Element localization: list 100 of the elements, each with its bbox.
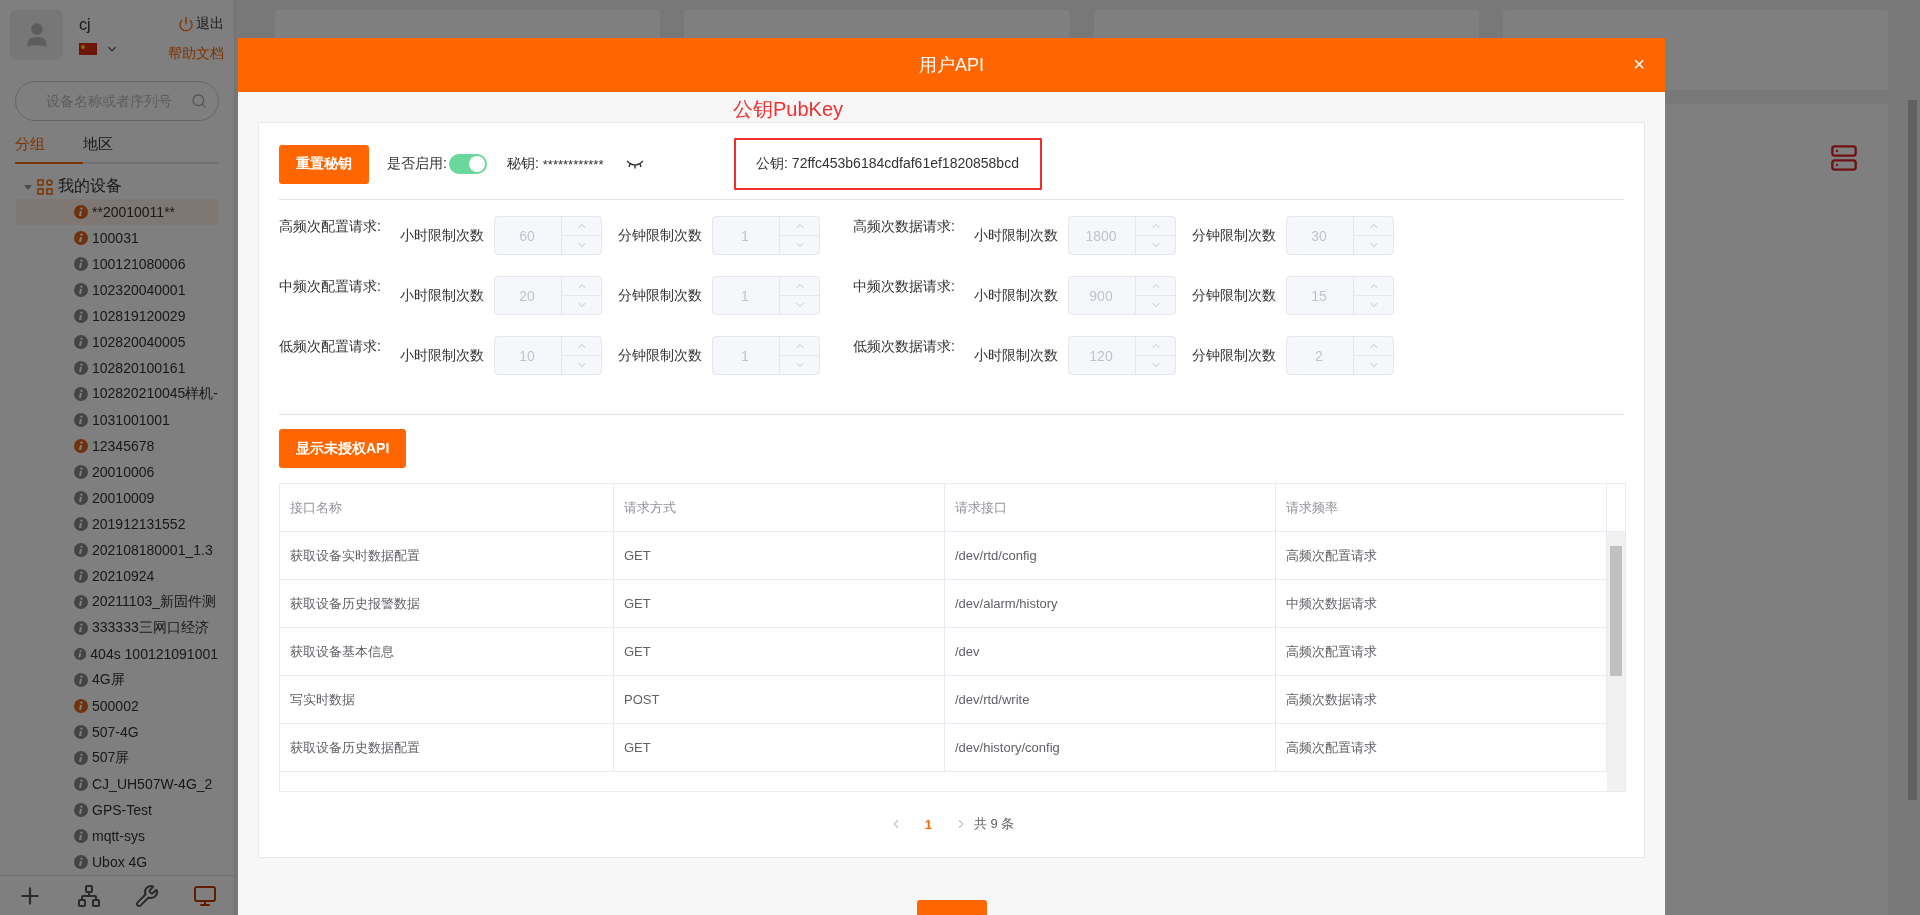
minute-limit-label: 分钟限制次数 xyxy=(1192,286,1276,305)
tree-root-label: 我的设备 xyxy=(58,176,122,196)
device-item[interactable]: 12345678 xyxy=(16,433,218,459)
table-cell: POST xyxy=(614,676,945,724)
hour-limit-label: 小时限制次数 xyxy=(974,286,1058,305)
column-header: 请求接口 xyxy=(945,484,1276,532)
device-item[interactable]: 100031 xyxy=(16,225,218,251)
info-icon xyxy=(74,387,88,401)
device-item[interactable]: 4G屏 xyxy=(16,667,218,693)
wrench-icon[interactable] xyxy=(135,883,159,908)
device-item[interactable]: 102820040005 xyxy=(16,329,218,355)
info-icon xyxy=(74,491,88,505)
page-number[interactable]: 1 xyxy=(920,816,936,832)
info-icon xyxy=(74,205,88,219)
server-icon[interactable] xyxy=(1830,144,1858,172)
table-cell: GET xyxy=(614,580,945,628)
limit-label: 低频次数据请求: xyxy=(853,337,956,356)
power-icon xyxy=(178,16,194,32)
limit-label: 低频次配置请求: xyxy=(279,337,382,356)
limit-label: 高频次数据请求: xyxy=(853,217,956,236)
info-icon xyxy=(74,647,87,661)
limit-label: 中频次数据请求: xyxy=(853,277,956,296)
device-item[interactable]: mqtt-sys xyxy=(16,823,218,849)
hour-limit-label: 小时限制次数 xyxy=(400,226,484,245)
monitor-icon[interactable] xyxy=(193,883,217,908)
hour-limit-label: 小时限制次数 xyxy=(974,346,1058,365)
device-item[interactable]: 102820100161 xyxy=(16,355,218,381)
dialog-title: 用户API xyxy=(919,54,984,77)
table-cell: 高频次配置请求 xyxy=(1276,724,1607,772)
device-item[interactable]: **20010011** xyxy=(16,199,218,225)
device-item[interactable]: 100121080006 xyxy=(16,251,218,277)
info-icon xyxy=(74,413,88,427)
device-item[interactable]: 202108180001_1.3 xyxy=(16,537,218,563)
tab[interactable]: 分组 xyxy=(15,127,83,164)
device-item[interactable]: GPS-Test xyxy=(16,797,218,823)
secret-label: 秘钥: xyxy=(506,155,539,173)
device-item[interactable]: 507屏 xyxy=(16,745,218,771)
table-cell: /dev/rtd/write xyxy=(945,676,1276,724)
device-item[interactable]: Ubox 4G xyxy=(16,849,218,875)
info-icon xyxy=(74,465,88,479)
table-cell: /dev/alarm/history xyxy=(945,580,1276,628)
avatar xyxy=(10,10,63,60)
device-item[interactable]: 20211103_新固件测 xyxy=(16,589,218,615)
table-cell: GET xyxy=(614,724,945,772)
device-item[interactable]: 102819120029 xyxy=(16,303,218,329)
table-cell: 中频次数据请求 xyxy=(1276,580,1607,628)
help-link[interactable]: 帮助文档 xyxy=(168,45,224,63)
column-header: 请求方式 xyxy=(614,484,945,532)
minute-limit-label: 分钟限制次数 xyxy=(618,226,702,245)
tab[interactable]: 地区 xyxy=(83,127,151,164)
device-item[interactable]: 1031001001 xyxy=(16,407,218,433)
language-select[interactable] xyxy=(79,42,119,56)
hour-limit-label: 小时限制次数 xyxy=(400,286,484,305)
reset-key-button[interactable]: 重置秘钥 xyxy=(279,144,369,184)
closed-eye-icon[interactable] xyxy=(625,159,644,169)
info-icon xyxy=(74,621,88,635)
column-header: 请求频率 xyxy=(1276,484,1607,532)
logout-link[interactable]: 退出 xyxy=(178,15,224,33)
table-cell: 获取设备基本信息 xyxy=(280,628,614,676)
table-cell: /dev xyxy=(945,628,1276,676)
device-item[interactable]: 20010009 xyxy=(16,485,218,511)
device-item[interactable]: 507-4G xyxy=(16,719,218,745)
info-icon xyxy=(74,439,88,453)
table-cell: 高频次配置请求 xyxy=(1276,628,1607,676)
hour-limit-label: 小时限制次数 xyxy=(974,226,1058,245)
info-icon xyxy=(74,725,88,739)
caret-icon[interactable] xyxy=(24,182,32,191)
group-icon xyxy=(37,178,53,195)
search-icon[interactable] xyxy=(191,93,207,109)
device-item[interactable]: 20010006 xyxy=(16,459,218,485)
device-item[interactable]: 201912131552 xyxy=(16,511,218,537)
minute-limit-label: 分钟限制次数 xyxy=(618,346,702,365)
info-icon xyxy=(74,803,88,817)
table-scrollbar[interactable] xyxy=(1607,532,1625,791)
device-item[interactable]: 404s 100121091001 xyxy=(16,641,218,667)
table-cell: /dev/history/config xyxy=(945,724,1276,772)
annotation-label: 公钥PubKey xyxy=(733,97,844,122)
scrollbar[interactable] xyxy=(1904,0,1920,915)
device-item[interactable]: 102820210045样机- xyxy=(16,381,218,407)
device-item[interactable]: 102320040001 xyxy=(16,277,218,303)
close-button[interactable]: × xyxy=(1633,54,1645,74)
info-icon xyxy=(74,543,88,557)
table-cell: 写实时数据 xyxy=(280,676,614,724)
info-icon xyxy=(74,777,88,791)
secret-value: ************ xyxy=(542,156,604,172)
info-icon xyxy=(74,595,88,609)
device-item[interactable]: 333333三网口经济 xyxy=(16,615,218,641)
minute-limit-label: 分钟限制次数 xyxy=(1192,346,1276,365)
info-icon xyxy=(74,231,88,245)
device-item[interactable]: 500002 xyxy=(16,693,218,719)
device-item[interactable]: CJ_UH507W-4G_2 xyxy=(16,771,218,797)
network-icon[interactable] xyxy=(77,883,101,908)
table-cell: 高频次数据请求 xyxy=(1276,676,1607,724)
hour-limit-label: 小时限制次数 xyxy=(400,346,484,365)
device-item[interactable]: 20210924 xyxy=(16,563,218,589)
info-icon xyxy=(74,855,88,869)
limit-label: 高频次配置请求: xyxy=(279,217,382,236)
column-header: 接口名称 xyxy=(280,484,614,532)
enable-switch[interactable] xyxy=(448,154,487,174)
show-api-button[interactable]: 显示未授权API xyxy=(279,429,407,468)
